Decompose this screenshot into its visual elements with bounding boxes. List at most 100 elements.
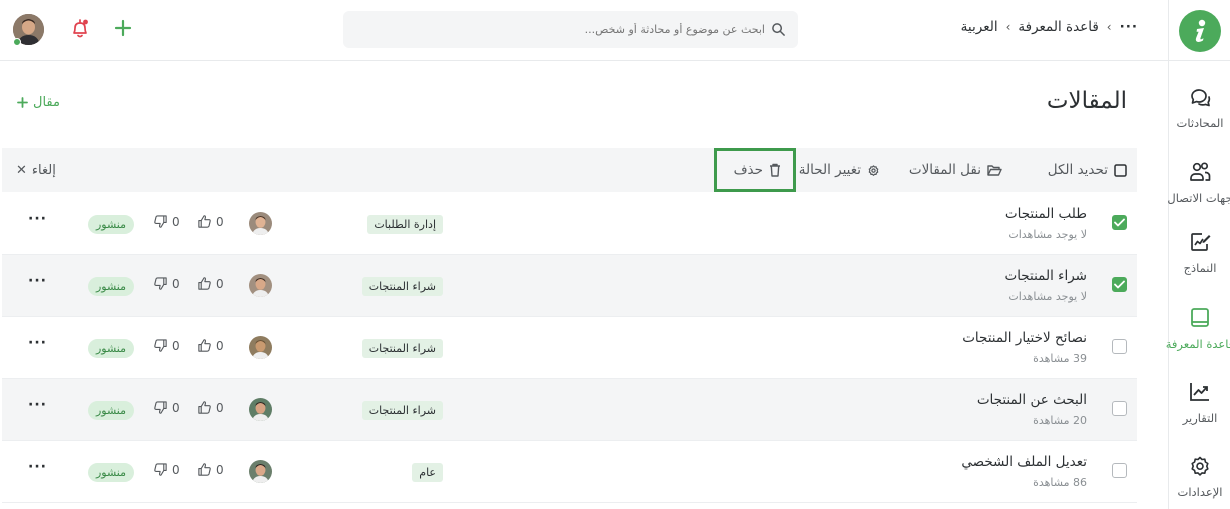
table-row[interactable]: شراء المنتجات لا يوجد مشاهدات شراء المنتجا…	[2, 255, 1137, 317]
article-category-label: شراء المنتجات	[368, 342, 436, 355]
author-avatar	[249, 274, 272, 297]
dislikes-counter[interactable]: 0	[153, 462, 180, 477]
article-views: لا يوجد مشاهدات	[1008, 290, 1087, 303]
sidebar-item-conversations[interactable]: المحادثات	[1169, 83, 1230, 145]
select-all-button[interactable]: تحديد الكل	[1048, 148, 1127, 192]
author-photo	[249, 274, 272, 297]
thumbs-down-icon	[154, 401, 167, 414]
move-articles-button[interactable]: نقل المقالات	[909, 148, 1002, 192]
sidebar-item-forms[interactable]: النماذج	[1169, 228, 1230, 290]
author-photo	[249, 398, 272, 421]
folder-open-icon	[987, 164, 1002, 176]
top-bar: ··· › قاعدة المعرفة › العربية	[0, 0, 1168, 61]
online-status-dot	[13, 38, 21, 46]
new-article-button[interactable]: مقال	[17, 95, 60, 110]
cancel-label: إلغاء	[31, 162, 56, 178]
likes-counter[interactable]: 0	[197, 400, 224, 415]
article-title[interactable]: البحث عن المنتجات	[977, 392, 1087, 408]
likes-counter[interactable]: 0	[197, 276, 224, 291]
change-status-button[interactable]: تغيير الحالة	[799, 148, 880, 192]
thumbs-down-icon	[154, 463, 167, 476]
check-icon	[1114, 280, 1125, 289]
new-article-label: مقال	[33, 95, 60, 110]
delete-button-highlight	[714, 148, 796, 192]
breadcrumb-more-button[interactable]: ···	[1120, 19, 1138, 35]
select-all-label: تحديد الكل	[1047, 162, 1108, 178]
dislikes-count: 0	[172, 400, 180, 415]
author-avatar	[249, 460, 272, 483]
article-category-label: عام	[419, 466, 436, 479]
author-avatar	[249, 336, 272, 359]
check-icon	[1114, 218, 1125, 227]
sidebar-item-label: التقارير	[1182, 411, 1218, 425]
thumbs-up-icon	[198, 277, 211, 290]
app-logo[interactable]	[1179, 10, 1221, 52]
status-badge: منشور	[88, 401, 135, 420]
article-views: 39 مشاهدة	[1033, 352, 1087, 365]
likes-counter[interactable]: 0	[197, 214, 224, 229]
likes-count: 0	[216, 462, 224, 477]
article-title[interactable]: نصائح لاختيار المنتجات	[962, 330, 1087, 346]
sidebar-item-knowledge-base[interactable]: قاعدة المعرفة	[1165, 304, 1230, 366]
table-row[interactable]: البحث عن المنتجات 20 مشاهدة شراء المنتجات 0…	[2, 379, 1137, 441]
row-more-button[interactable]: ···	[28, 397, 47, 413]
plus-icon	[17, 97, 28, 108]
chat-bubbles-icon	[1191, 89, 1211, 107]
sidebar-item-reports[interactable]: التقارير	[1169, 378, 1230, 440]
row-more-button[interactable]: ···	[28, 211, 47, 227]
likes-count: 0	[216, 214, 224, 229]
chevron-icon: ›	[1005, 20, 1011, 34]
status-label: منشور	[96, 342, 127, 355]
dislikes-counter[interactable]: 0	[153, 400, 180, 415]
article-category-badge: شراء المنتجات	[361, 277, 443, 296]
dislikes-counter[interactable]: 0	[153, 338, 180, 353]
row-checkbox[interactable]	[1112, 339, 1127, 354]
row-more-button[interactable]: ···	[28, 335, 47, 351]
sidebar-item-contacts[interactable]: جهات الاتصال	[1167, 158, 1230, 220]
search-bar[interactable]	[343, 11, 798, 48]
status-label: منشور	[96, 218, 127, 231]
likes-counter[interactable]: 0	[197, 338, 224, 353]
sidebar-item-settings[interactable]: الإعدادات	[1169, 452, 1230, 509]
add-icon[interactable]	[113, 18, 133, 38]
contacts-icon	[1190, 162, 1211, 181]
breadcrumb-knowledge-base[interactable]: قاعدة المعرفة	[1018, 19, 1098, 35]
sidebar-item-label: قاعدة المعرفة	[1165, 337, 1230, 351]
status-label: منشور	[96, 404, 127, 417]
gear-icon	[1191, 456, 1209, 476]
sidebar-item-label: الإعدادات	[1177, 485, 1223, 499]
likes-counter[interactable]: 0	[197, 462, 224, 477]
dislikes-counter[interactable]: 0	[153, 276, 180, 291]
table-row[interactable]: نصائح لاختيار المنتجات 39 مشاهدة شراء المن…	[2, 317, 1137, 379]
notification-bell-icon[interactable]	[70, 18, 90, 40]
row-checkbox[interactable]	[1112, 215, 1127, 230]
article-title[interactable]: طلب المنتجات	[1005, 206, 1087, 222]
row-checkbox[interactable]	[1112, 401, 1127, 416]
thumbs-down-icon	[154, 339, 167, 352]
search-input[interactable]	[465, 23, 765, 36]
row-more-button[interactable]: ···	[28, 273, 47, 289]
sidebar-item-label: المحادثات	[1176, 116, 1224, 130]
author-avatar	[249, 398, 272, 421]
row-checkbox[interactable]	[1112, 277, 1127, 292]
sidebar-item-label: النماذج	[1183, 261, 1217, 275]
table-row[interactable]: تعديل الملف الشخصي 86 مشاهدة عام 0 0 منشور ···	[2, 441, 1137, 503]
status-label: منشور	[96, 280, 127, 293]
article-views: 86 مشاهدة	[1033, 476, 1087, 489]
dislikes-counter[interactable]: 0	[153, 214, 180, 229]
cancel-selection-button[interactable]: ✕ إلغاء	[16, 148, 56, 192]
article-title[interactable]: تعديل الملف الشخصي	[961, 454, 1087, 470]
article-category-badge: شراء المنتجات	[361, 339, 443, 358]
info-logo-icon	[1195, 19, 1206, 43]
page-title: المقالات	[1046, 88, 1127, 114]
breadcrumb-language[interactable]: العربية	[961, 19, 998, 35]
table-row[interactable]: طلب المنتجات لا يوجد مشاهدات إدارة الطلبات…	[2, 193, 1137, 255]
sidebar-divider	[1169, 60, 1230, 61]
main-sidebar: المحادثات جهات الاتصال النماذج قاعدة الم…	[1165, 0, 1230, 509]
row-more-button[interactable]: ···	[28, 459, 47, 475]
thumbs-down-icon	[154, 215, 167, 228]
book-icon	[1191, 308, 1209, 327]
row-checkbox[interactable]	[1112, 463, 1127, 478]
status-badge: منشور	[88, 463, 135, 482]
article-title[interactable]: شراء المنتجات	[1004, 268, 1087, 284]
